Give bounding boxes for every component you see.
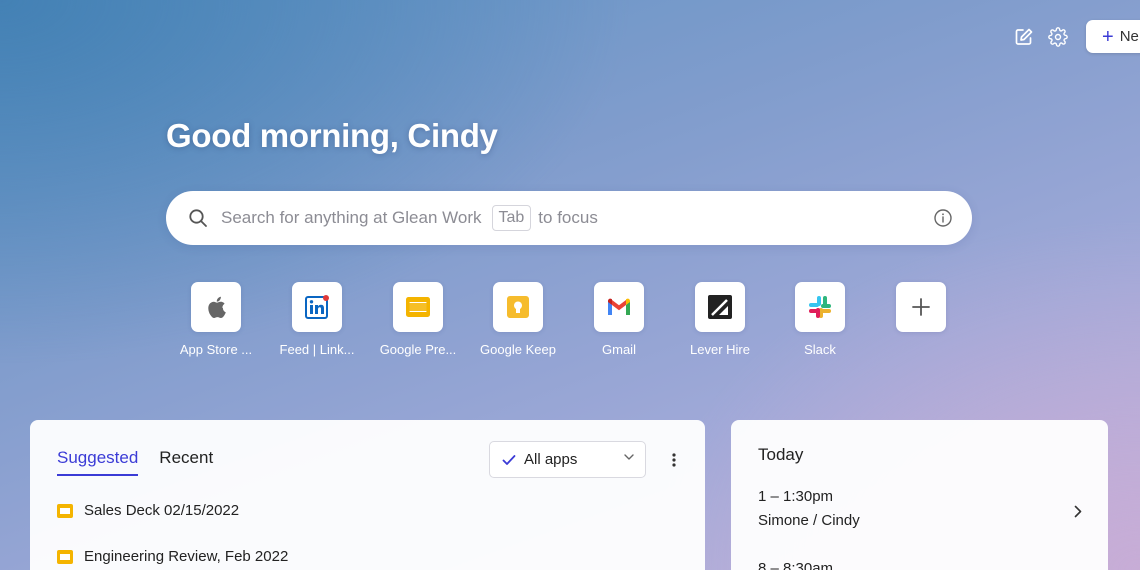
today-title: Today — [758, 445, 804, 464]
tab-suggested[interactable]: Suggested — [57, 448, 139, 476]
add-shortcut-button[interactable] — [871, 282, 971, 342]
apple-icon — [191, 282, 241, 332]
gear-icon[interactable] — [1047, 26, 1069, 48]
calendar-event[interactable]: 1 – 1:30pm Simone / Cindy — [758, 488, 860, 529]
shortcut-label: Google Pre... — [379, 342, 457, 357]
shortcut-label: Feed | Link... — [279, 342, 355, 357]
chevron-right-icon[interactable] — [1074, 504, 1086, 518]
event-title: Simone / Cindy — [758, 512, 860, 529]
today-card: Today 1 – 1:30pm Simone / Cindy 8 – 8:30… — [731, 420, 1108, 570]
search-placeholder: Search for anything at Glean Work — [221, 208, 482, 227]
shortcut-google-slides[interactable]: Google Pre... — [368, 282, 468, 357]
app-filter-dropdown[interactable]: All apps — [489, 441, 646, 478]
shortcut-label: Google Keep — [480, 342, 556, 357]
list-item[interactable]: Sales Deck 02/15/2022 — [57, 502, 239, 519]
shortcut-linkedin[interactable]: Feed | Link... — [267, 282, 367, 357]
shortcut-label: Slack — [804, 342, 836, 357]
new-button-label: Ne — [1119, 28, 1139, 45]
chevron-down-icon — [624, 454, 634, 460]
google-keep-icon — [493, 282, 543, 332]
shortcut-label: App Store ... — [179, 342, 253, 357]
new-button[interactable]: + Ne — [1086, 20, 1140, 53]
tab-recent[interactable]: Recent — [159, 448, 213, 476]
suggested-card: Suggested Recent All apps Sales Deck 02/… — [30, 420, 705, 570]
search-input[interactable]: Search for anything at Glean Work Tab to… — [166, 191, 972, 245]
shortcut-google-keep[interactable]: Google Keep — [468, 282, 568, 357]
suggested-tabs: Suggested Recent — [57, 448, 213, 476]
lever-icon — [695, 282, 745, 332]
calendar-event[interactable]: 8 – 8:30am — [758, 560, 833, 570]
shortcut-lever[interactable]: Lever Hire — [670, 282, 770, 357]
focus-hint: to focus — [538, 208, 598, 227]
search-icon — [188, 207, 210, 229]
plus-icon: + — [1102, 25, 1114, 48]
info-icon[interactable] — [933, 208, 953, 228]
google-slides-icon — [57, 503, 73, 518]
plus-icon — [896, 282, 946, 332]
app-filter-label: All apps — [524, 451, 578, 468]
list-item-label: Engineering Review, Feb 2022 — [84, 548, 289, 565]
linkedin-icon — [292, 282, 342, 332]
shortcut-gmail[interactable]: Gmail — [569, 282, 669, 357]
event-time: 1 – 1:30pm — [758, 488, 834, 505]
tab-key-hint: Tab — [491, 205, 532, 231]
google-slides-icon — [393, 282, 443, 332]
slack-icon — [795, 282, 845, 332]
shortcut-label: Lever Hire — [690, 342, 750, 357]
google-slides-icon — [57, 549, 73, 564]
shortcut-slack[interactable]: Slack — [770, 282, 870, 357]
more-options-icon[interactable] — [666, 450, 682, 470]
gmail-icon — [594, 282, 644, 332]
check-icon — [502, 454, 516, 466]
list-item-label: Sales Deck 02/15/2022 — [84, 502, 240, 519]
greeting-heading: Good morning, Cindy — [166, 117, 498, 154]
event-time: 8 – 8:30am — [758, 560, 834, 570]
edit-icon[interactable] — [1013, 26, 1035, 48]
list-item[interactable]: Engineering Review, Feb 2022 — [57, 548, 288, 565]
shortcut-label: Gmail — [602, 342, 636, 357]
shortcut-app-store[interactable]: App Store ... — [166, 282, 266, 357]
